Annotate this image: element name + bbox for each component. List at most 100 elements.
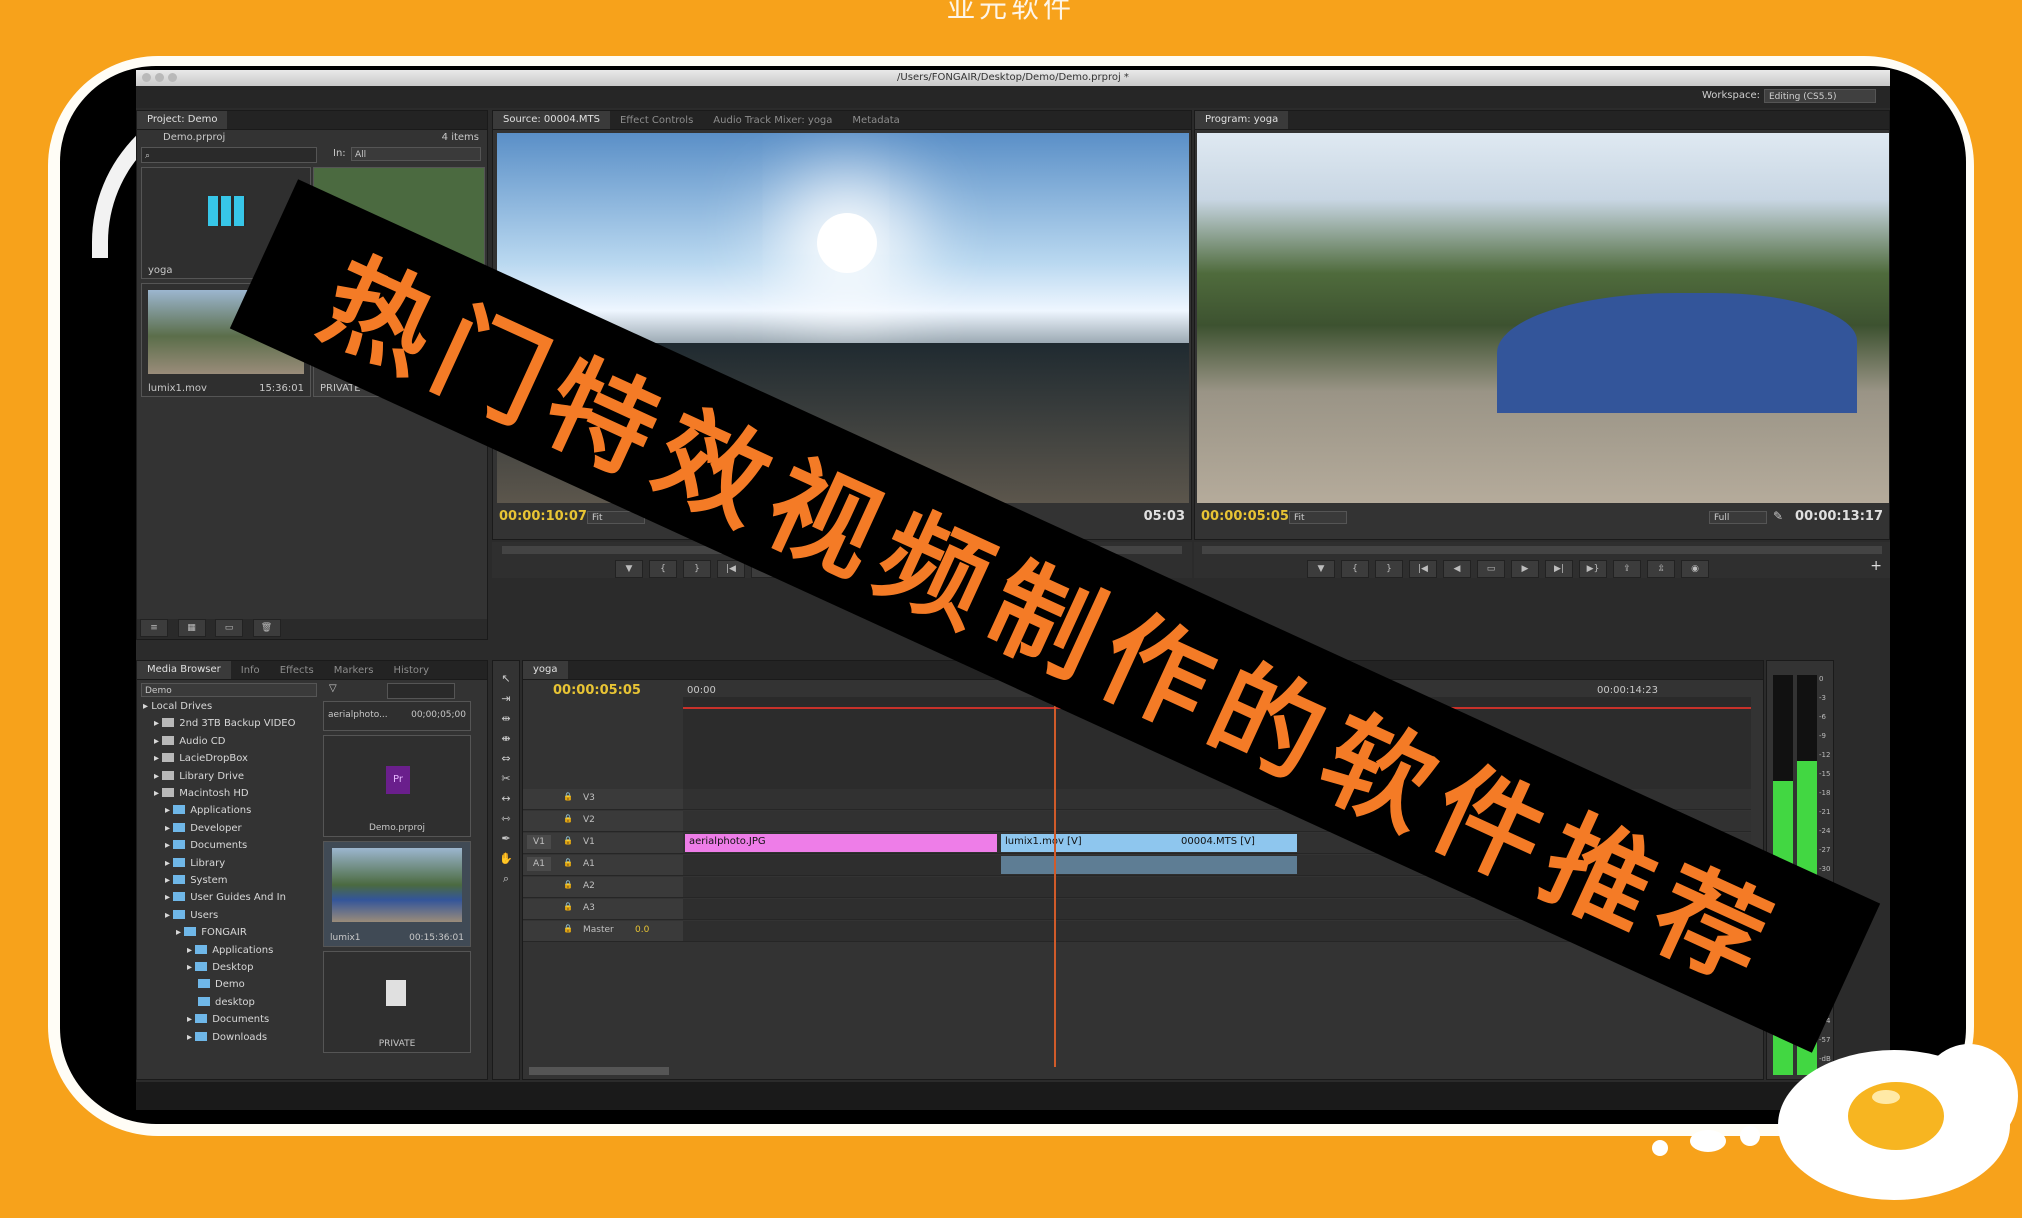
tree-item[interactable]: ▸ Library — [165, 857, 225, 869]
tree-item[interactable]: ▸ Audio CD — [154, 735, 226, 747]
tree-item[interactable]: ▸ Applications — [187, 944, 273, 956]
play-button[interactable]: ▶ — [1511, 560, 1539, 578]
media-file[interactable]: PRIVATE — [323, 951, 471, 1053]
mark-out-button[interactable]: } — [683, 560, 711, 578]
disclosure-arrow-icon[interactable]: ▸ — [165, 823, 173, 834]
disclosure-arrow-icon[interactable]: ▸ — [187, 1032, 195, 1043]
program-timecode[interactable]: 00:00:05:05 — [1201, 509, 1289, 524]
tab-audio-track-mixer[interactable]: Audio Track Mixer: yoga — [703, 115, 842, 126]
timeline-clip[interactable]: 00004.MTS [V] — [1177, 834, 1297, 852]
program-quality-select[interactable]: Full — [1709, 511, 1767, 524]
lock-icon[interactable]: 🔒 — [563, 792, 573, 801]
tree-item[interactable]: ▸ FONGAIR — [176, 927, 247, 938]
track-header[interactable]: 🔒 Master 0.0 — [523, 921, 683, 941]
camera-icon[interactable]: ◉ — [1681, 560, 1709, 578]
track-header[interactable]: 🔒 A3 — [523, 899, 683, 919]
timeline-timecode[interactable]: 00:00:05:05 — [553, 683, 641, 698]
disclosure-arrow-icon[interactable]: ▸ — [187, 1014, 195, 1025]
timeline-clip[interactable]: aerialphoto.JPG — [685, 834, 997, 852]
track-header[interactable]: 🔒 A1 A1 — [523, 855, 683, 875]
rolling-edit-tool-icon[interactable]: ⇼ — [493, 729, 519, 749]
tree-item[interactable]: ▸ Users — [165, 909, 218, 921]
step-forward-button[interactable]: ▶| — [1545, 560, 1573, 578]
tree-item[interactable]: ▸ Developer — [165, 822, 242, 834]
tree-item[interactable]: ▸ Local Drives — [143, 701, 212, 712]
zoom-button[interactable] — [168, 73, 177, 82]
in-filter-select[interactable]: All — [351, 147, 481, 161]
tree-item[interactable]: ▸ Documents — [165, 840, 247, 851]
disclosure-arrow-icon[interactable]: ▸ — [187, 962, 195, 973]
track-header[interactable]: 🔒 A2 — [523, 877, 683, 897]
mark-in-button[interactable]: { — [649, 560, 677, 578]
source-patch[interactable]: V1 — [527, 835, 551, 849]
tree-item[interactable]: ▸ Library Drive — [154, 770, 244, 782]
tree-item[interactable]: ▸ LacieDropBox — [154, 753, 248, 764]
disclosure-arrow-icon[interactable]: ▸ — [187, 945, 195, 956]
mark-in-button[interactable]: { — [1341, 560, 1369, 578]
tab-program[interactable]: Program: yoga — [1195, 111, 1289, 129]
tree-item[interactable]: ▸ 2nd 3TB Backup VIDEO — [154, 718, 295, 729]
go-to-in-button[interactable]: |◀ — [1409, 560, 1437, 578]
track-header[interactable]: 🔒 V2 — [523, 811, 683, 831]
track-header[interactable]: 🔒 V3 — [523, 789, 683, 809]
disclosure-arrow-icon[interactable]: ▸ — [165, 892, 173, 903]
disclosure-arrow-icon[interactable]: ▸ — [154, 753, 162, 764]
program-scrubber[interactable] — [1202, 546, 1882, 554]
media-search-input[interactable] — [387, 683, 455, 699]
audio-clip[interactable] — [1001, 856, 1297, 874]
tab-sequence[interactable]: yoga — [523, 661, 568, 679]
disclosure-arrow-icon[interactable]: ▸ — [165, 858, 173, 869]
disclosure-arrow-icon[interactable]: ▸ — [165, 875, 173, 886]
track-header[interactable]: 🔒 V1 V1 — [523, 833, 683, 853]
tab-source[interactable]: Source: 00004.MTS — [493, 111, 610, 129]
track-select-tool-icon[interactable]: ⇥ — [493, 689, 519, 709]
selection-tool-icon[interactable]: ↖ — [493, 669, 519, 689]
tree-item[interactable]: ▸ Downloads — [187, 1031, 267, 1043]
lock-icon[interactable]: 🔒 — [563, 858, 573, 867]
media-file[interactable]: lumix1 00:15:36:01 — [323, 841, 471, 947]
tab-markers[interactable]: Markers — [324, 665, 384, 676]
disclosure-arrow-icon[interactable]: ▸ — [165, 910, 173, 921]
disclosure-arrow-icon[interactable]: ▸ — [165, 840, 173, 851]
pen-tool-icon[interactable]: ✒ — [493, 829, 519, 849]
marker-button[interactable]: ▼ — [1307, 560, 1335, 578]
disclosure-arrow-icon[interactable]: ▸ — [143, 701, 151, 712]
disclosure-arrow-icon[interactable]: ▸ — [154, 736, 162, 747]
marker-button[interactable]: ▼ — [615, 560, 643, 578]
lock-icon[interactable]: 🔒 — [563, 880, 573, 889]
lock-icon[interactable]: 🔒 — [563, 924, 573, 933]
workspace-select[interactable]: Editing (CS5.5) — [1764, 89, 1876, 103]
source-patch[interactable]: A1 — [527, 857, 551, 871]
disclosure-arrow-icon[interactable]: ▸ — [176, 927, 184, 938]
location-select[interactable]: Demo — [141, 683, 317, 697]
source-timecode[interactable]: 00:00:10:07 — [499, 509, 587, 524]
timeline-clip[interactable]: lumix1.mov [V] — [1001, 834, 1177, 852]
icon-view-button[interactable]: ▦ — [177, 619, 206, 637]
slip-tool-icon[interactable]: ↔ — [493, 789, 519, 809]
lock-icon[interactable]: 🔒 — [563, 814, 573, 823]
project-search-input[interactable]: ⌕ — [141, 147, 317, 163]
new-bin-button[interactable]: ▭ — [215, 619, 243, 637]
playhead[interactable] — [1054, 697, 1056, 1067]
wrench-icon[interactable]: ✎ — [1773, 509, 1783, 523]
list-view-button[interactable]: ≡ — [140, 619, 168, 637]
timeline-scrollbar[interactable] — [529, 1067, 669, 1075]
tree-item[interactable]: ▸ User Guides And In — [165, 892, 286, 903]
extract-button[interactable]: ⇫ — [1647, 560, 1675, 578]
tree-item[interactable]: ▸ Documents — [187, 1014, 269, 1025]
tab-media-browser[interactable]: Media Browser — [137, 661, 231, 679]
disclosure-arrow-icon[interactable]: ▸ — [154, 718, 162, 729]
tree-item[interactable]: ▸ System — [165, 875, 228, 886]
media-file[interactable]: aerialphoto... 00;00;05;00 — [323, 701, 471, 731]
program-fit-select[interactable]: Fit — [1289, 511, 1347, 524]
step-back-button[interactable]: ◀ — [1443, 560, 1471, 578]
loop-button[interactable]: ▭ — [1477, 560, 1505, 578]
tree-item[interactable]: Demo — [198, 979, 245, 990]
slide-tool-icon[interactable]: ⇿ — [493, 809, 519, 829]
disclosure-arrow-icon[interactable]: ▸ — [165, 805, 173, 816]
razor-tool-icon[interactable]: ✂ — [493, 769, 519, 789]
tree-item[interactable]: desktop — [198, 996, 255, 1008]
add-button[interactable]: + — [1870, 558, 1882, 574]
trash-icon[interactable]: 🗑 — [252, 619, 281, 637]
tree-item[interactable]: ▸ Desktop — [187, 962, 253, 973]
